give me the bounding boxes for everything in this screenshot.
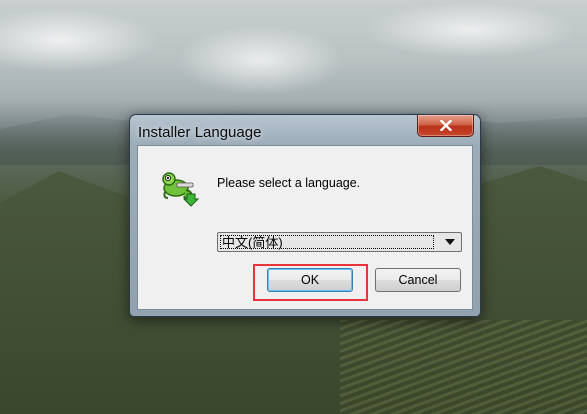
close-button[interactable] xyxy=(417,115,474,137)
title-bar[interactable]: Installer Language xyxy=(130,115,480,145)
language-prompt: Please select a language. xyxy=(217,176,361,190)
ok-button-highlight xyxy=(253,264,368,301)
selected-language: 中文(简体) xyxy=(222,235,283,250)
language-dropdown[interactable]: 中文(简体) xyxy=(217,232,462,252)
close-icon xyxy=(439,120,452,131)
terraced-field xyxy=(340,320,587,414)
cancel-button[interactable]: Cancel xyxy=(375,268,461,292)
chevron-down-icon[interactable] xyxy=(445,239,455,245)
installer-app-icon xyxy=(162,172,200,207)
window-title: Installer Language xyxy=(138,124,262,141)
